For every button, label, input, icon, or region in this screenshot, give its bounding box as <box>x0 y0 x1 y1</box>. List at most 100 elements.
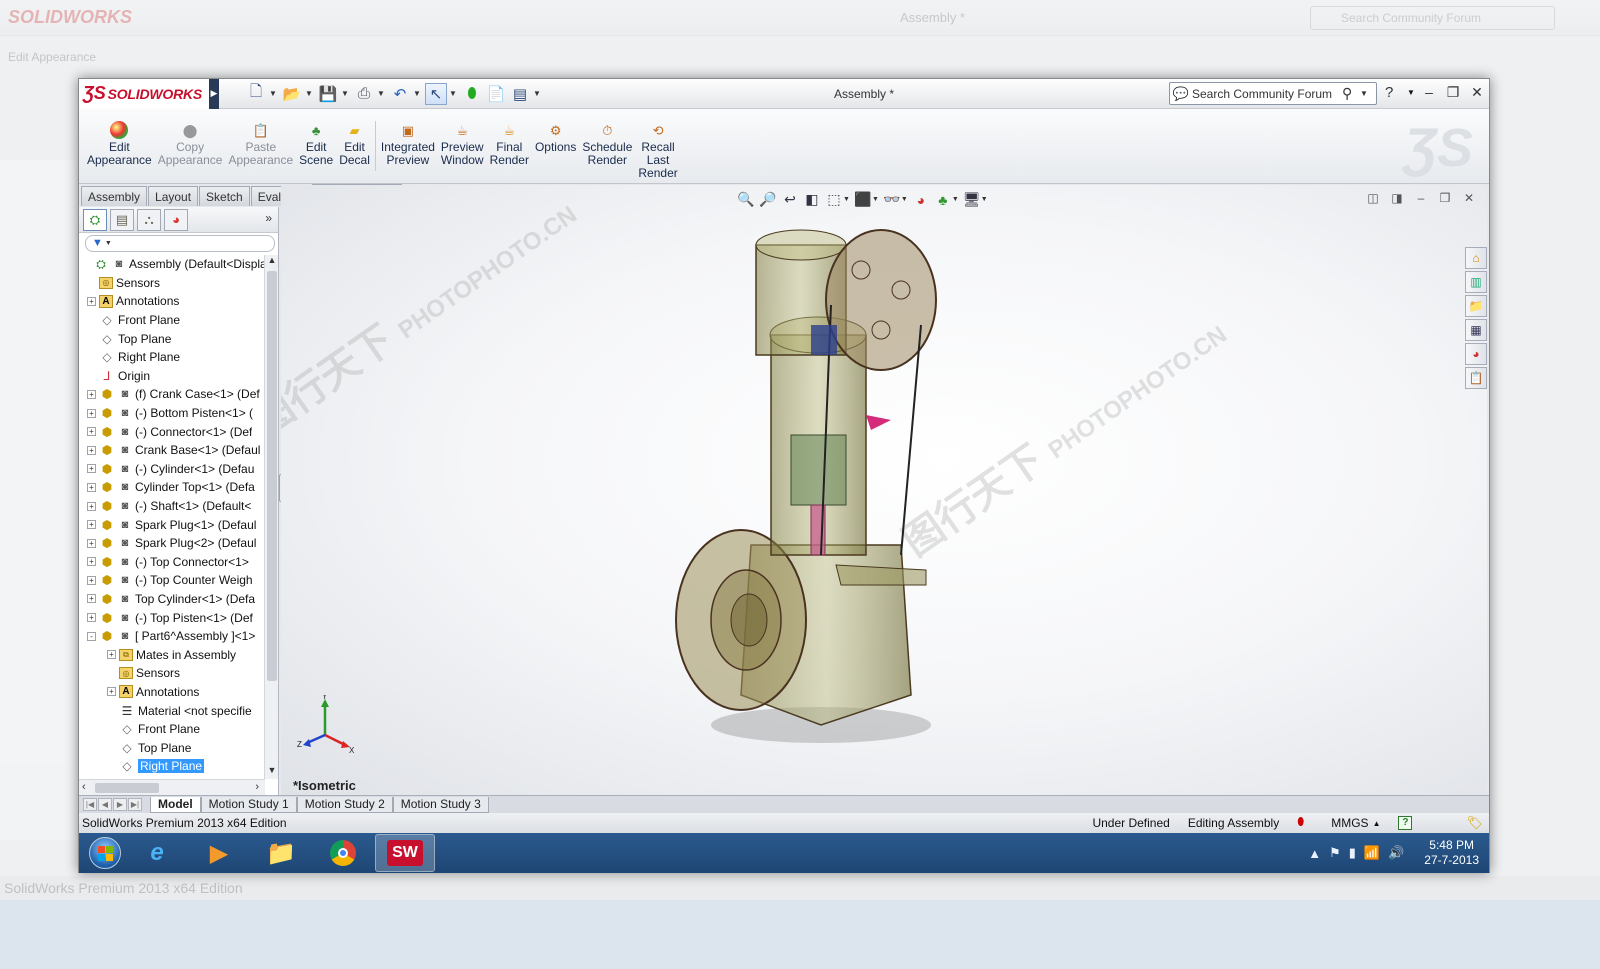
tree-vertical-scrollbar[interactable]: ▲ ▼ <box>264 255 278 779</box>
tree-item[interactable]: + ⬢ ◙ (-) Top Counter Weigh <box>79 571 265 590</box>
expand-icon[interactable]: + <box>87 520 96 530</box>
expand-icon[interactable]: + <box>87 389 96 399</box>
tab-motion-study-3[interactable]: Motion Study 3 <box>392 796 489 813</box>
file-explorer-icon[interactable]: 📁 <box>1465 295 1487 317</box>
display-style-icon[interactable]: ⬛ <box>854 191 872 208</box>
tree-item[interactable]: + ⬢ ◙ (-) Top Connector<1> <box>79 553 265 572</box>
scroll-thumb[interactable] <box>267 271 277 681</box>
previous-view-icon[interactable]: ↩ <box>781 191 799 208</box>
filter-icon[interactable]: ▼ ▼ <box>85 234 275 252</box>
zoom-to-area-icon[interactable]: 🔎 <box>759 191 777 208</box>
tree-item[interactable]: + ⬢ ◙ Spark Plug<2> (Defaul <box>79 534 265 553</box>
tab-model[interactable]: Model <box>150 796 201 813</box>
undo-icon[interactable]: ↶ <box>389 83 411 105</box>
taskbar-chrome[interactable] <box>313 834 373 872</box>
tree-item[interactable]: + ⬢ ◙ (-) Cylinder<1> (Defau <box>79 460 265 479</box>
scroll-left-icon[interactable]: ‹ <box>82 781 86 793</box>
edit-appearance-button[interactable]: Edit Appearance <box>83 121 155 167</box>
options-icon[interactable]: ▤ <box>509 83 531 105</box>
scroll-up-icon[interactable]: ▲ <box>265 255 279 269</box>
start-button[interactable] <box>85 835 125 871</box>
tree-item[interactable]: + A Annotations <box>79 683 265 702</box>
units-arrow-icon[interactable]: ▲ <box>1373 819 1381 828</box>
search-input[interactable] <box>1192 86 1342 101</box>
options-button[interactable]: ⚙ Options <box>532 121 579 154</box>
clock[interactable]: 5:48 PM 27-7-2013 <box>1424 838 1479 868</box>
section-view-icon[interactable]: ◧ <box>803 191 821 208</box>
hscroll-thumb[interactable] <box>95 783 159 793</box>
undo-dropdown-icon[interactable]: ▼ <box>413 89 423 98</box>
tree-item[interactable]: ◇ Front Plane <box>79 311 265 330</box>
expand-icon[interactable]: + <box>87 296 96 306</box>
expand-icon[interactable]: + <box>87 594 96 604</box>
search-community-forum[interactable]: 💬 ⚲ ▼ <box>1169 82 1377 105</box>
print-icon[interactable]: ⎙ <box>353 83 375 105</box>
tree-item[interactable]: + ⧉ Mates in Assembly <box>79 645 265 664</box>
tree-item[interactable]: ◇ Front Plane <box>79 720 265 739</box>
volume-icon[interactable]: 🔊 <box>1388 845 1404 861</box>
apply-scene-icon[interactable]: ♣ <box>934 192 952 208</box>
minimize-button[interactable]: – <box>1421 83 1437 101</box>
scroll-right-icon[interactable]: › <box>255 781 259 793</box>
tab-motion-study-1[interactable]: Motion Study 1 <box>200 796 297 813</box>
view-orientation-icon[interactable]: ⬚ <box>825 191 843 208</box>
tree-item[interactable]: ◇ Top Plane <box>79 329 265 348</box>
taskbar-solidworks[interactable]: SW <box>375 834 435 872</box>
select-pointer-icon[interactable]: ↖ <box>425 82 447 105</box>
expand-icon[interactable]: + <box>107 687 116 697</box>
expand-icon[interactable]: + <box>87 501 96 511</box>
quick-tips-help-icon[interactable]: ? <box>1398 816 1413 830</box>
zoom-to-fit-icon[interactable]: 🔍 <box>737 191 755 208</box>
viewport-close-button[interactable]: ✕ <box>1461 191 1477 207</box>
schedule-render-button[interactable]: ⏱ Schedule Render <box>579 121 635 167</box>
dropdown-icon[interactable]: ▼ <box>901 196 908 203</box>
viewport-minimize-button[interactable]: – <box>1413 191 1429 207</box>
hide-show-items-icon[interactable]: 👓 <box>883 191 901 208</box>
save-icon[interactable]: 💾 <box>317 83 339 105</box>
viewport-restore-button[interactable]: ❐ <box>1437 191 1453 207</box>
tree-item[interactable]: + ⬢ ◙ (-) Top Pisten<1> (Def <box>79 608 265 627</box>
tree-item[interactable]: + ⬢ ◙ Crank Base<1> (Defaul <box>79 441 265 460</box>
search-icon[interactable]: ⚲ <box>1342 85 1360 102</box>
configuration-manager-tab-icon[interactable]: ⛬ <box>137 208 161 231</box>
scroll-down-icon[interactable]: ▼ <box>265 765 279 779</box>
save-dropdown-icon[interactable]: ▼ <box>341 89 351 98</box>
units-selector[interactable]: MMGS <box>1331 816 1368 830</box>
dropdown-icon[interactable]: ▼ <box>843 196 850 203</box>
property-manager-tab-icon[interactable]: ▤ <box>110 208 134 231</box>
integrated-preview-button[interactable]: ▣ Integrated Preview <box>378 121 438 167</box>
expand-icon[interactable]: + <box>87 575 96 585</box>
expand-icon[interactable]: + <box>87 445 96 455</box>
collapse-icon[interactable]: - <box>87 631 96 641</box>
appearances-scenes-icon[interactable]: ◕ <box>1465 343 1487 365</box>
dropdown-icon[interactable]: ▼ <box>952 196 959 203</box>
edit-scene-button[interactable]: ♣ Edit Scene <box>296 121 336 167</box>
search-dropdown-icon[interactable]: ▼ <box>1360 89 1368 98</box>
tab-layout[interactable]: Layout <box>148 186 199 206</box>
solidworks-logo[interactable]: ƷS SOLIDWORKS <box>79 78 209 109</box>
tree-item[interactable]: ⅃ Origin <box>79 367 265 386</box>
display-manager-tab-icon[interactable]: ◕ <box>164 208 188 231</box>
copy-appearance-button[interactable]: ⬤ Copy Appearance <box>155 121 226 167</box>
tree-item[interactable]: + ⬢ ◙ (-) Connector<1> (Def <box>79 422 265 441</box>
network-signal-icon[interactable]: 📶 <box>1364 845 1380 861</box>
edit-appearance-icon[interactable]: ◕ <box>912 192 930 208</box>
expand-icon[interactable]: + <box>87 613 96 623</box>
view-palette-icon[interactable]: ▦ <box>1465 319 1487 341</box>
tree-item[interactable]: ◎ Sensors <box>79 274 265 293</box>
taskbar-media-player[interactable]: ▶ <box>189 834 249 872</box>
tree-item[interactable]: ◎ Sensors <box>79 664 265 683</box>
feature-manager-tab-icon[interactable]: ⛭ <box>83 208 107 231</box>
paste-appearance-button[interactable]: 📋 Paste Appearance <box>225 121 296 167</box>
tree-item[interactable]: ◇ Top Plane <box>79 738 265 757</box>
dropdown-icon[interactable]: ▼ <box>872 196 879 203</box>
expand-panel-icon[interactable]: » <box>265 211 272 225</box>
prev-tab-icon[interactable]: ◀ <box>98 798 112 811</box>
graphics-viewport[interactable]: 图行天下 PHOTOPHOTO.CN 图行天下 PHOTOPHOTO.CN 🔍 … <box>281 185 1487 795</box>
feature-filter[interactable]: ▼ ▼ <box>79 233 278 253</box>
next-tab-icon[interactable]: ▶ <box>113 798 127 811</box>
tree-item[interactable]: - ⬢ ◙ [ Part6^Assembly ]<1> <box>79 627 265 646</box>
expand-icon[interactable]: + <box>87 482 96 492</box>
tab-motion-study-2[interactable]: Motion Study 2 <box>296 796 393 813</box>
open-dropdown-icon[interactable]: ▼ <box>305 89 315 98</box>
